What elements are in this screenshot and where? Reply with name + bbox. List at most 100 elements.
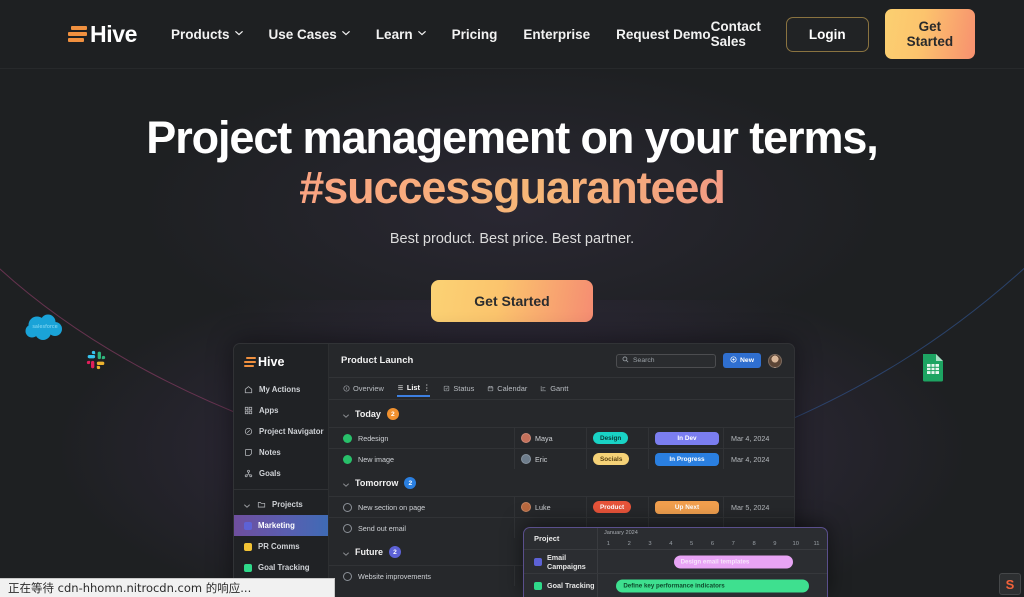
task-assignee-cell[interactable]: Maya [514,428,586,448]
task-status-check-icon[interactable] [343,523,352,533]
collapse-triangle-icon [343,411,349,418]
task-date-cell[interactable]: Mar 4, 2024 [723,428,794,448]
contact-sales-link[interactable]: Contact Sales [711,19,761,49]
nav-item-pricing-label: Pricing [451,26,498,42]
new-button[interactable]: New [723,353,761,368]
gantt-row-track: Define key performance indicators [598,574,827,597]
apps-grid-icon [244,406,253,415]
task-label-pill: Socials [593,453,630,465]
tab-status[interactable]: Status [443,384,474,396]
avatar [521,454,531,464]
task-assignee-name: Maya [535,433,553,443]
hero-section: Project management on your terms, #succe… [0,69,1024,322]
app-sidebar-logo-text: Hive [258,355,285,369]
sidebar-project-goal-tracking[interactable]: Goal Tracking [234,557,328,578]
gantt-month-label: January 2024 [604,530,638,536]
tab-gantt[interactable]: Gantt [540,384,568,396]
nav-item-enterprise-label: Enterprise [523,26,591,42]
task-status-check-icon[interactable] [343,502,352,512]
task-label-cell[interactable]: Socials [586,449,648,469]
sidebar-project-marketing[interactable]: Marketing [234,515,328,536]
project-color-swatch [244,563,252,572]
collapse-triangle-icon [343,549,349,556]
task-group-header-tomorrow[interactable]: Tomorrow 2 [329,469,794,496]
nav-item-learn[interactable]: Learn [376,27,426,42]
table-row[interactable]: New section on page Luke Product Up Next… [329,496,794,517]
gantt-day-tick: 5 [690,541,694,547]
user-avatar[interactable] [768,353,782,368]
nav-item-enterprise[interactable]: Enterprise [523,27,590,42]
task-status-check-icon[interactable] [343,433,352,443]
sidebar-project-goal-tracking-label: Goal Tracking [258,563,310,572]
task-date-cell[interactable]: Mar 4, 2024 [723,449,794,469]
gantt-row-label-cell: Email Campaigns [524,550,598,573]
table-row[interactable]: New image Eric Socials In Progress Mar 4… [329,448,794,469]
task-status-cell[interactable]: In Progress [648,449,723,469]
task-name-cell: New section on page [329,502,514,512]
sidebar-item-goals[interactable]: Goals [234,463,328,484]
nav-item-pricing[interactable]: Pricing [452,27,498,42]
nav-item-use-cases[interactable]: Use Cases [269,27,350,42]
task-name: Website improvements [358,571,431,581]
sidebar-item-apps[interactable]: Apps [234,400,328,421]
nav-item-learn-label: Learn [375,26,413,42]
sidebar-item-projects-label: Projects [272,500,303,509]
search-input[interactable]: Search [616,353,717,368]
task-status-pill: In Progress [655,452,719,466]
nav-item-products[interactable]: Products [171,27,243,42]
task-status-check-icon[interactable] [343,454,352,464]
task-name-cell: Send out email [329,523,514,533]
compass-icon [244,427,253,436]
corner-widget-label: S [1005,576,1015,592]
overview-icon [343,384,350,392]
nav-links: Products Use Cases Learn Pricing Enterpr… [171,27,711,42]
task-status-cell[interactable]: In Dev [648,428,723,448]
table-row[interactable]: Redesign Maya Design In Dev Mar 4, 2024 [329,427,794,448]
hive-logo[interactable]: Hive [68,21,137,48]
nav-right-group: Contact Sales Login Get Started [711,9,976,59]
sidebar-item-project-navigator[interactable]: Project Navigator [234,421,328,442]
goals-icon [244,469,253,478]
app-sidebar: Hive My Actions Apps Project Navigator N… [234,344,329,597]
tab-list-more-icon[interactable]: ⋮ [423,383,430,392]
task-group-header-today[interactable]: Today 2 [329,400,794,427]
task-assignee-cell[interactable]: Luke [514,497,586,517]
tab-list[interactable]: List ⋮ [396,383,431,397]
task-label-cell[interactable]: Design [586,428,648,448]
task-group-future-label: Future [355,547,383,557]
avatar [521,433,531,443]
task-status-check-icon[interactable] [343,571,352,581]
tab-calendar-label: Calendar [497,383,528,393]
plus-circle-icon [730,356,737,365]
tab-calendar[interactable]: Calendar [487,384,527,396]
nav-item-request-demo[interactable]: Request Demo [616,27,711,42]
gantt-bar[interactable]: Define key performance indicators [616,579,809,592]
gantt-day-tick: 8 [752,541,756,547]
corner-chat-widget[interactable]: S [999,573,1021,595]
project-color-swatch [244,542,252,551]
login-button[interactable]: Login [785,16,869,52]
task-assignee-cell[interactable]: Eric [514,449,586,469]
tab-overview[interactable]: Overview [343,384,384,396]
task-assignee-name: Eric [535,454,548,464]
gantt-row-goal-tracking[interactable]: Goal Tracking Define key performance ind… [524,574,827,597]
hero-get-started-button[interactable]: Get Started [431,279,593,322]
google-sheets-logo-icon [921,352,945,387]
sidebar-item-my-actions[interactable]: My Actions [234,379,328,400]
slack-logo-icon [86,350,106,375]
hive-logo-text: Hive [90,20,137,47]
gantt-bar[interactable]: Design email templates [673,555,793,568]
nav-get-started-button[interactable]: Get Started [884,9,976,59]
chevron-down-icon [342,29,350,37]
sidebar-item-project-navigator-label: Project Navigator [259,427,324,436]
status-icon [443,385,450,392]
gantt-row-email-campaigns[interactable]: Email Campaigns Design email templates [524,550,827,574]
sidebar-item-notes[interactable]: Notes [234,442,328,463]
folder-icon [257,500,266,509]
task-date-cell[interactable]: Mar 5, 2024 [723,497,794,517]
sidebar-project-pr-comms[interactable]: PR Comms [234,536,328,557]
sidebar-item-projects[interactable]: Projects [234,494,328,515]
gantt-row-label: Goal Tracking [547,581,595,590]
task-label-cell[interactable]: Product [586,497,648,517]
task-status-cell[interactable]: Up Next [648,497,723,517]
